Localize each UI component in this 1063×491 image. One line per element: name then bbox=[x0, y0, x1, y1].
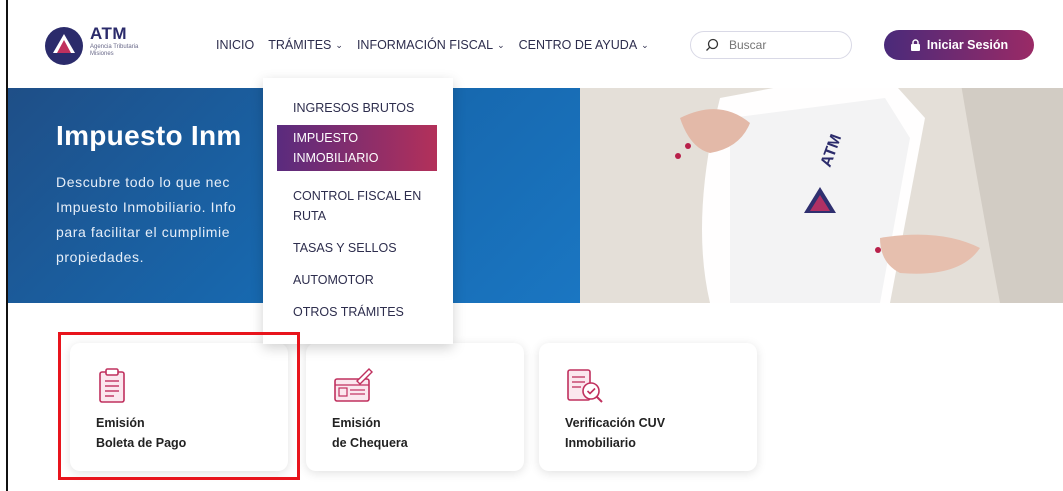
menu-item-label: INGRESOS BRUTOS bbox=[293, 101, 415, 115]
nav-label: CENTRO DE AYUDA bbox=[518, 38, 638, 52]
search-box[interactable] bbox=[690, 31, 852, 59]
menu-item-label: TASAS Y SELLOS bbox=[293, 241, 397, 255]
card-label-line: Emisión bbox=[96, 416, 145, 430]
checkbook-icon bbox=[334, 368, 373, 402]
lock-icon bbox=[910, 39, 920, 51]
nav-label: TRÁMITES bbox=[268, 38, 332, 52]
tramites-dropdown-menu: INGRESOS BRUTOS IMPUESTO INMOBILIARIO CO… bbox=[263, 78, 453, 344]
chevron-down-icon: ⌄ bbox=[335, 39, 343, 50]
search-input[interactable] bbox=[727, 37, 841, 53]
nav-label: INICIO bbox=[216, 38, 255, 52]
card-label-line: Verificación CUV bbox=[565, 416, 666, 430]
site-header: ATM Agencia Tributaria Misiones INICIO T… bbox=[8, 0, 1063, 88]
menu-item-label: IMPUESTO bbox=[293, 131, 359, 145]
menu-item-label: RUTA bbox=[293, 209, 327, 223]
menu-item-automotor[interactable]: AUTOMOTOR bbox=[263, 270, 453, 290]
menu-item-impuesto-inmobiliario[interactable]: IMPUESTO INMOBILIARIO bbox=[277, 125, 437, 171]
menu-item-ingresos-brutos[interactable]: INGRESOS BRUTOS bbox=[263, 98, 453, 118]
nav-centro-de-ayuda[interactable]: CENTRO DE AYUDA ⌄ bbox=[519, 38, 649, 52]
menu-item-label: INMOBILIARIO bbox=[293, 151, 379, 165]
chevron-down-icon: ⌄ bbox=[497, 39, 505, 50]
card-label-line: Boleta de Pago bbox=[96, 436, 187, 450]
nav-inicio[interactable]: INICIO bbox=[216, 38, 254, 52]
document-check-icon bbox=[567, 369, 603, 403]
search-icon bbox=[706, 38, 719, 51]
card-label: Emisión de Chequera bbox=[332, 413, 408, 453]
card-label-line: de Chequera bbox=[332, 436, 408, 450]
card-verificacion-cuv[interactable]: Verificación CUV Inmobiliario bbox=[539, 343, 757, 471]
menu-item-label: OTROS TRÁMITES bbox=[293, 305, 404, 319]
card-emision-boleta[interactable]: Emisión Boleta de Pago bbox=[70, 343, 288, 471]
card-label: Emisión Boleta de Pago bbox=[96, 413, 186, 453]
card-label-line: Emisión bbox=[332, 416, 381, 430]
main-nav: INICIO TRÁMITES ⌄ INFORMACIÓN FISCAL ⌄ C… bbox=[216, 38, 649, 52]
hands-holding-folder-image: ATM bbox=[580, 78, 1063, 303]
menu-item-label: AUTOMOTOR bbox=[293, 273, 374, 287]
nav-tramites[interactable]: TRÁMITES ⌄ bbox=[268, 38, 343, 52]
menu-item-otros-tramites[interactable]: OTROS TRÁMITES bbox=[263, 302, 453, 322]
nav-informacion-fiscal[interactable]: INFORMACIÓN FISCAL ⌄ bbox=[357, 38, 505, 52]
login-button[interactable]: Iniciar Sesión bbox=[884, 30, 1034, 60]
atm-logo-icon[interactable] bbox=[44, 26, 84, 66]
brand-subtitle: Agencia Tributaria Misiones bbox=[90, 44, 139, 57]
card-emision-chequera[interactable]: Emisión de Chequera bbox=[306, 343, 524, 471]
menu-item-tasas-y-sellos[interactable]: TASAS Y SELLOS bbox=[263, 238, 453, 258]
receipt-icon bbox=[99, 368, 125, 403]
card-label-line: Inmobiliario bbox=[565, 436, 636, 450]
nav-label: INFORMACIÓN FISCAL bbox=[356, 38, 494, 52]
hero-title: Impuesto Inm bbox=[56, 120, 242, 151]
brand-name: ATM bbox=[90, 24, 128, 43]
hero-banner: ATM Impuesto Inm Descubre todo lo que ne… bbox=[8, 78, 1063, 303]
card-label: Verificación CUV Inmobiliario bbox=[565, 413, 665, 453]
login-label: Iniciar Sesión bbox=[926, 38, 1009, 52]
chevron-down-icon: ⌄ bbox=[641, 39, 649, 50]
menu-item-control-fiscal-en-ruta[interactable]: CONTROL FISCAL EN RUTA bbox=[263, 186, 453, 226]
hero-photo: ATM bbox=[580, 78, 1063, 303]
menu-item-label: CONTROL FISCAL EN bbox=[293, 189, 422, 203]
